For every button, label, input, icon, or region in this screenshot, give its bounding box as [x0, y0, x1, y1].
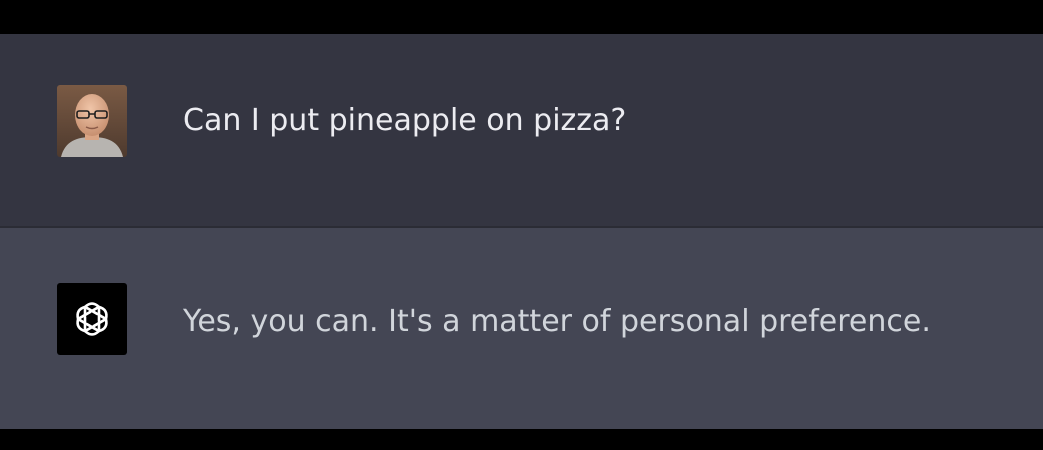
user-avatar: [57, 85, 127, 157]
bottom-frame-bar: [0, 429, 1043, 450]
assistant-message-text: Yes, you can. It's a matter of personal …: [183, 304, 931, 339]
openai-logo-icon: [76, 302, 108, 336]
assistant-avatar: [57, 283, 127, 355]
user-photo-avatar: [57, 85, 127, 157]
user-message-text: Can I put pineapple on pizza?: [183, 103, 627, 138]
assistant-message-row: Yes, you can. It's a matter of personal …: [0, 228, 1043, 429]
top-frame-bar: [0, 0, 1043, 34]
user-message-row: Can I put pineapple on pizza?: [0, 34, 1043, 226]
